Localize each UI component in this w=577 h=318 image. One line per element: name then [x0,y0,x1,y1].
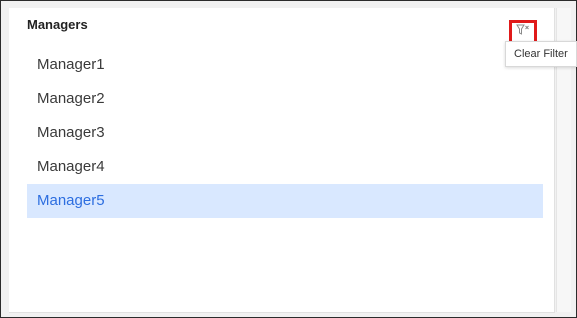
list-item-manager3[interactable]: Manager3 [27,116,543,150]
filter-clear-icon [516,23,530,41]
list-item-manager2[interactable]: Manager2 [27,82,543,116]
list-item-manager1[interactable]: Manager1 [27,48,543,82]
list-item-manager5[interactable]: Manager5 [27,184,543,218]
list-item-manager4[interactable]: Manager4 [27,150,543,184]
window-frame: Managers Manager1 Manager2 Manager3 Mana… [0,0,577,318]
clear-filter-tooltip: Clear Filter [505,41,577,67]
managers-list: Manager1 Manager2 Manager3 Manager4 Mana… [27,48,543,218]
panel-title: Managers [27,17,88,32]
managers-panel: Managers Manager1 Manager2 Manager3 Mana… [9,8,555,313]
